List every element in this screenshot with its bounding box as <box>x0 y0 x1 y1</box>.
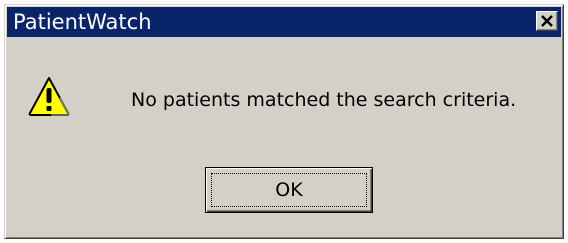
close-button[interactable] <box>536 11 558 31</box>
close-icon <box>541 15 553 27</box>
dialog-message: No patients matched the search criteria. <box>131 89 517 111</box>
ok-button-label: OK <box>275 179 303 201</box>
warning-icon <box>28 77 70 116</box>
window-title: PatientWatch <box>13 10 152 34</box>
ok-button[interactable]: OK <box>205 167 373 213</box>
message-box-window: PatientWatch No patients matched the sea… <box>4 4 564 239</box>
title-bar[interactable]: PatientWatch <box>7 7 561 37</box>
